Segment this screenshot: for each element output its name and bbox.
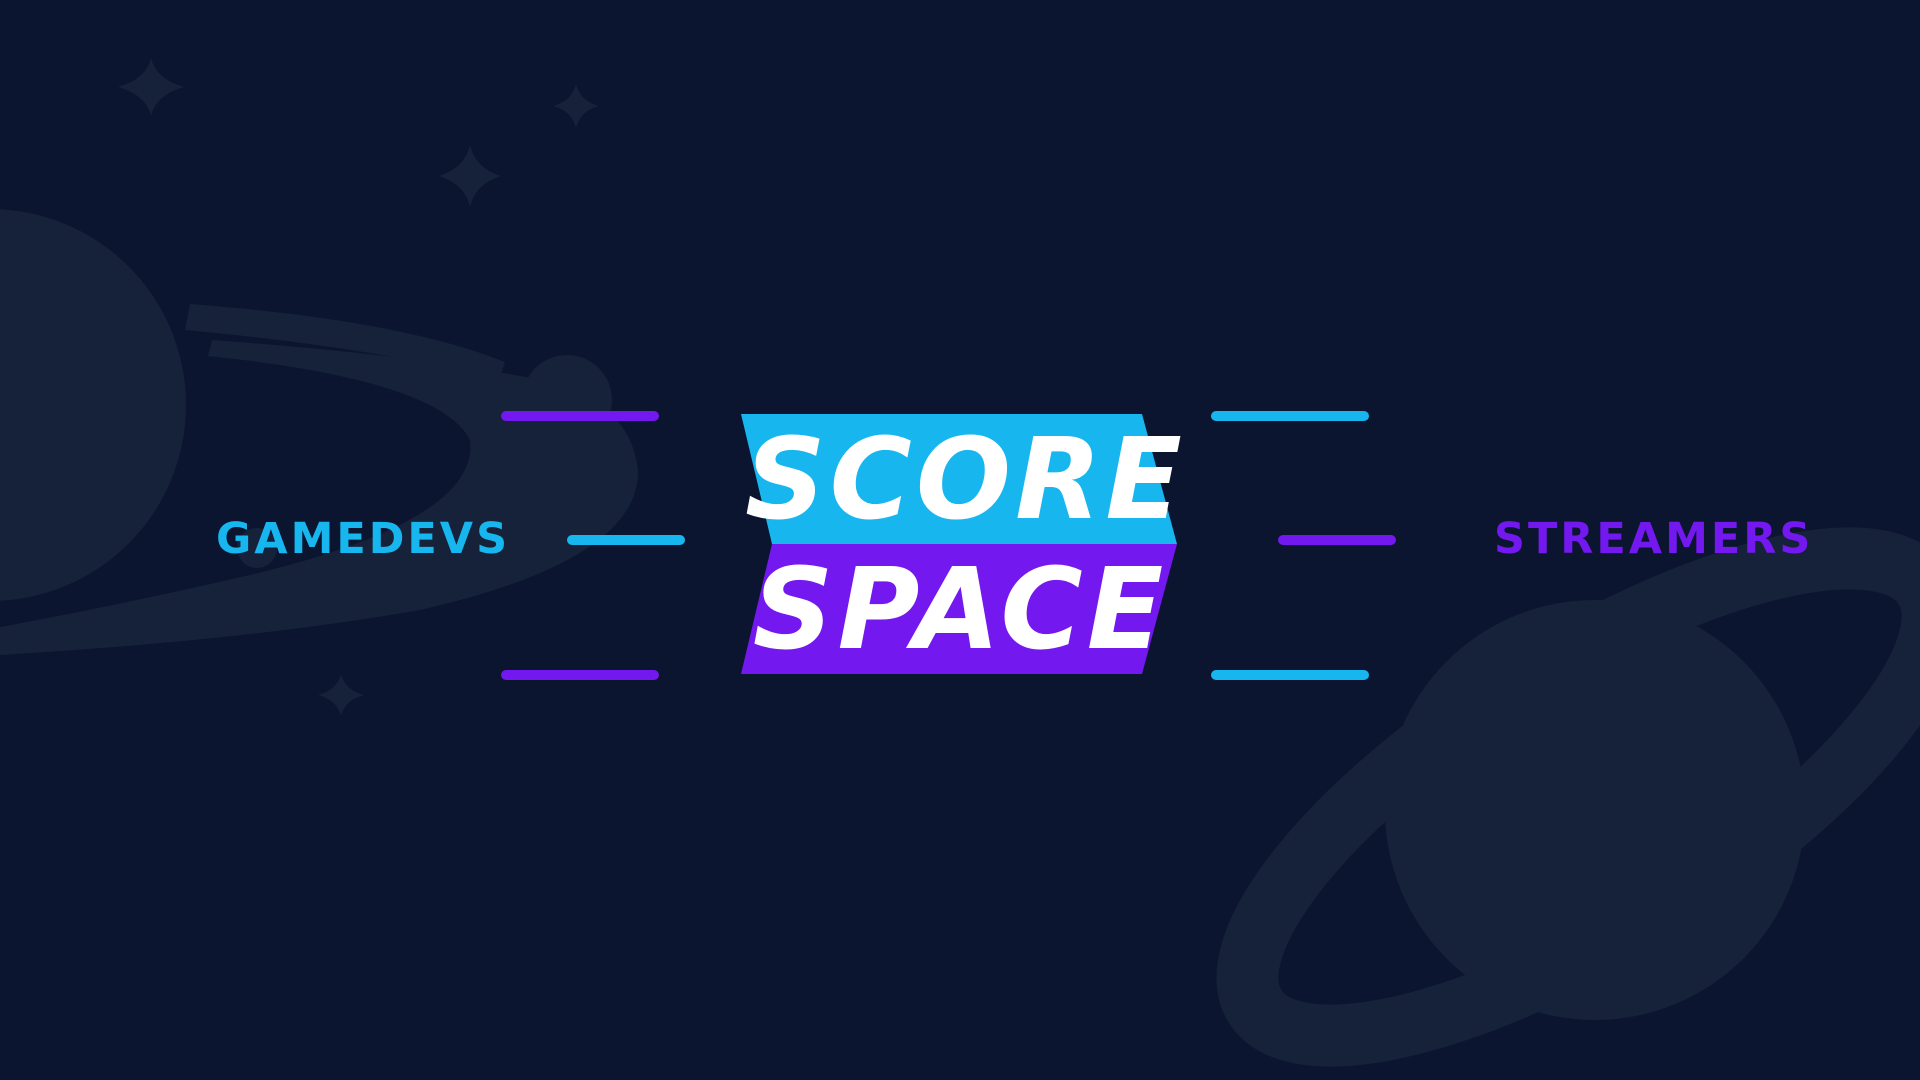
gamedevs-label: GAMEDEVS xyxy=(216,514,511,564)
sparkle-star-icon xyxy=(439,145,501,207)
sparkle-star-icon xyxy=(318,674,364,716)
sparkle-star-icon xyxy=(553,84,599,128)
sparkle-star-icon xyxy=(118,58,184,116)
logo-word-score: SCORE xyxy=(745,415,1186,545)
banner: GAMEDEVS STREAMERS SCORE SPACE xyxy=(0,0,1920,1080)
streamers-label: STREAMERS xyxy=(1494,514,1814,564)
right-dashes xyxy=(1211,411,1396,680)
logo-word-space: SPACE xyxy=(752,545,1168,675)
left-planet xyxy=(0,209,186,601)
planet-with-moon-icon xyxy=(0,209,639,655)
